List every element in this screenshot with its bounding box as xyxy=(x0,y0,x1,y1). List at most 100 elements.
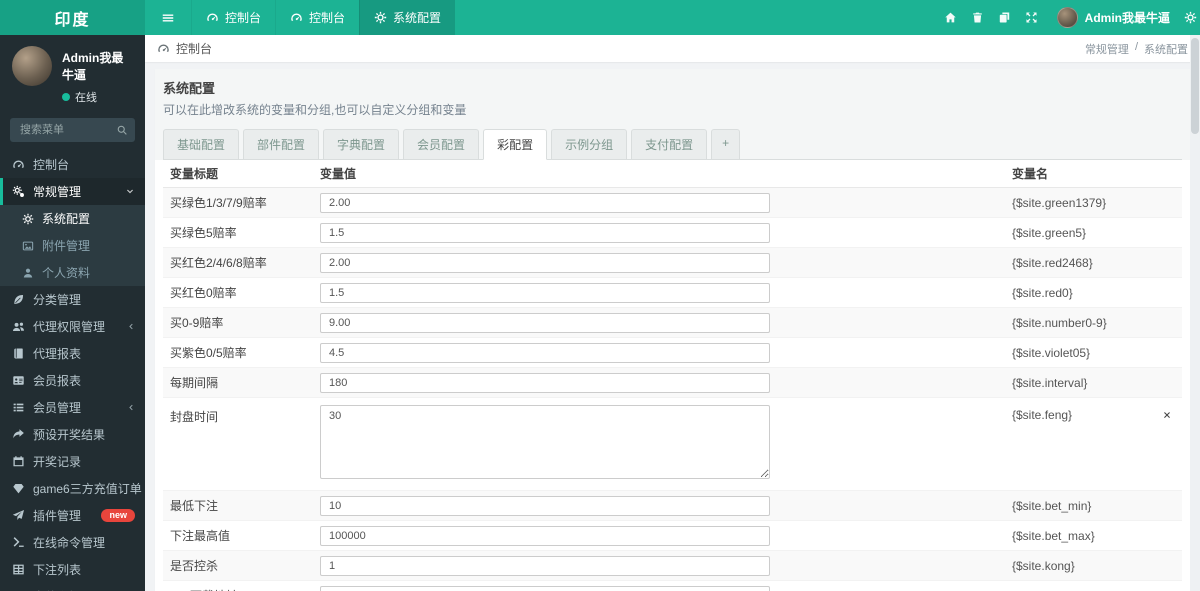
home-button[interactable] xyxy=(937,0,964,35)
topbar-tab-label: 控制台 xyxy=(225,11,262,25)
sidebar-item-agent-permission[interactable]: 代理权限管理 xyxy=(0,313,145,340)
panel-subtitle: 可以在此增改系统的变量和分组,也可以自定义分组和变量 xyxy=(163,103,467,117)
config-varname: {$site.green1379} xyxy=(1012,195,1107,210)
config-title: 买紫色0/5赔率 xyxy=(170,346,247,360)
menu-label: 会员报表 xyxy=(33,374,82,388)
config-value-input[interactable] xyxy=(320,585,770,591)
topbar-tab-label: 控制台 xyxy=(309,11,346,25)
tab-widget-config[interactable]: 部件配置 xyxy=(243,129,320,160)
topbar-tab-dashboard-1[interactable]: 控制台 xyxy=(191,0,275,35)
column-header-value: 变量值 xyxy=(320,167,357,181)
panel-title: 系统配置 xyxy=(163,81,216,96)
table-row: 是否控杀 {$site.kong} xyxy=(163,551,1182,581)
tachometer-icon xyxy=(290,11,303,24)
sidebar-item-attachment-management[interactable]: 附件管理 xyxy=(0,232,145,259)
remove-field-button[interactable] xyxy=(1162,410,1172,420)
fullscreen-icon xyxy=(1025,11,1038,24)
config-value-input[interactable] xyxy=(320,282,770,303)
sidebar-item-agent-report[interactable]: 代理报表 xyxy=(0,340,145,367)
sidebar-item-recharge-withdraw[interactable]: 充值和提现 xyxy=(0,583,145,591)
sidebar-item-dashboard[interactable]: 控制台 xyxy=(0,151,145,178)
config-value-input[interactable] xyxy=(320,252,770,273)
table-row: 每期间隔 {$site.interval} xyxy=(163,368,1182,398)
sidebar-toggle-button[interactable] xyxy=(145,0,191,35)
gear-icon xyxy=(22,213,34,225)
config-varname: {$site.bet_min} xyxy=(1012,498,1092,513)
sidebar-online-status: 在线 xyxy=(62,89,133,105)
sidebar-avatar[interactable] xyxy=(12,46,52,86)
sidebar-item-general-management[interactable]: 常规管理 xyxy=(0,178,145,205)
sidebar-item-plugin-management[interactable]: 插件管理 new xyxy=(0,502,145,529)
tab-lottery-config[interactable]: 彩配置 xyxy=(483,129,548,160)
sidebar-submenu-general: 系统配置 附件管理 个人资料 xyxy=(0,205,145,286)
table-row: 封盘时间 30 {$site.feng} xyxy=(163,398,1182,491)
online-status-label: 在线 xyxy=(75,92,97,104)
scrollbar[interactable] xyxy=(1190,35,1200,591)
tab-add-button[interactable]: + xyxy=(711,129,741,160)
scrollbar-thumb[interactable] xyxy=(1191,38,1199,134)
tab-member-config[interactable]: 会员配置 xyxy=(403,129,480,160)
chevron-left-icon xyxy=(126,322,135,331)
clear-cache-button[interactable] xyxy=(964,0,991,35)
table-row: 买红色2/4/6/8赔率 {$site.red2468} xyxy=(163,248,1182,278)
config-value-input[interactable] xyxy=(320,222,770,243)
gem-icon xyxy=(12,482,25,495)
breadcrumb-parent[interactable]: 常规管理 xyxy=(1085,41,1129,57)
table-row: 买紫色0/5赔率 {$site.violet05} xyxy=(163,338,1182,368)
bars-icon xyxy=(161,11,175,25)
tab-dictionary-config[interactable]: 字典配置 xyxy=(323,129,400,160)
sidebar-item-profile[interactable]: 个人资料 xyxy=(0,259,145,286)
config-title: 每期间隔 xyxy=(170,376,219,390)
calendar-icon xyxy=(12,455,25,468)
search-icon[interactable] xyxy=(116,124,128,136)
menu-label: 代理报表 xyxy=(33,347,82,361)
menu-label: 开奖记录 xyxy=(33,455,82,469)
user-avatar[interactable] xyxy=(1056,7,1078,28)
table-icon xyxy=(12,563,25,576)
config-value-input[interactable] xyxy=(320,525,770,546)
list-icon xyxy=(12,401,25,414)
config-value-input[interactable] xyxy=(320,372,770,393)
column-header-title: 变量标题 xyxy=(170,167,219,181)
main-content: 控制台 常规管理 / 系统配置 系统配置 可以在此增改系统的变量和分组,也可以自… xyxy=(145,35,1200,591)
sidebar-item-preset-lottery-result[interactable]: 预设开奖结果 xyxy=(0,421,145,448)
topbar-tab-dashboard-2[interactable]: 控制台 xyxy=(275,0,359,35)
tab-payment-config[interactable]: 支付配置 xyxy=(631,129,708,160)
tab-example-group[interactable]: 示例分组 xyxy=(551,129,628,160)
config-varname: {$site.number0-9} xyxy=(1012,315,1107,330)
config-value-input[interactable] xyxy=(320,555,770,576)
topbar-tab-system-config[interactable]: 系统配置 xyxy=(359,0,456,35)
config-value-input[interactable] xyxy=(320,312,770,333)
tab-basic-config[interactable]: 基础配置 xyxy=(163,129,240,160)
config-value-input[interactable] xyxy=(320,342,770,363)
config-value-textarea[interactable]: 30 xyxy=(320,405,770,479)
sidebar-item-member-management[interactable]: 会员管理 xyxy=(0,394,145,421)
config-title: app下载地址 xyxy=(163,587,320,591)
config-title: 买绿色5赔率 xyxy=(170,226,237,240)
sidebar-item-member-report[interactable]: 会员报表 xyxy=(0,367,145,394)
menu-label: 系统配置 xyxy=(42,212,91,226)
sidebar-item-online-command[interactable]: 在线命令管理 xyxy=(0,529,145,556)
settings-button[interactable] xyxy=(1184,0,1200,35)
sidebar-item-game6-recharge-orders[interactable]: game6三方充值订单 xyxy=(0,475,145,502)
config-title: 买绿色1/3/7/9赔率 xyxy=(170,196,267,210)
sidebar-item-category-management[interactable]: 分类管理 xyxy=(0,286,145,313)
breadcrumb-bar: 控制台 常规管理 / 系统配置 xyxy=(145,35,1200,62)
sidebar-item-bet-list[interactable]: 下注列表 xyxy=(0,556,145,583)
copy-tabs-button[interactable] xyxy=(991,0,1018,35)
menu-label: 附件管理 xyxy=(42,239,91,253)
app-logo[interactable]: 印度 xyxy=(0,0,145,35)
share-icon xyxy=(12,428,25,441)
cogs-icon xyxy=(12,185,25,198)
new-badge: new xyxy=(101,509,135,522)
config-title: 是否控杀 xyxy=(170,559,219,573)
fullscreen-button[interactable] xyxy=(1018,0,1045,35)
table-row: 下注最高值 {$site.bet_max} xyxy=(163,521,1182,551)
sidebar-item-system-config[interactable]: 系统配置 xyxy=(0,205,145,232)
username-label[interactable]: Admin我最牛逼 xyxy=(1085,9,1170,26)
config-value-input[interactable] xyxy=(320,192,770,213)
menu-label: 下注列表 xyxy=(33,563,82,577)
config-value-input[interactable] xyxy=(320,495,770,516)
table-row: 买绿色1/3/7/9赔率 {$site.green1379} xyxy=(163,188,1182,218)
sidebar-item-lottery-record[interactable]: 开奖记录 xyxy=(0,448,145,475)
